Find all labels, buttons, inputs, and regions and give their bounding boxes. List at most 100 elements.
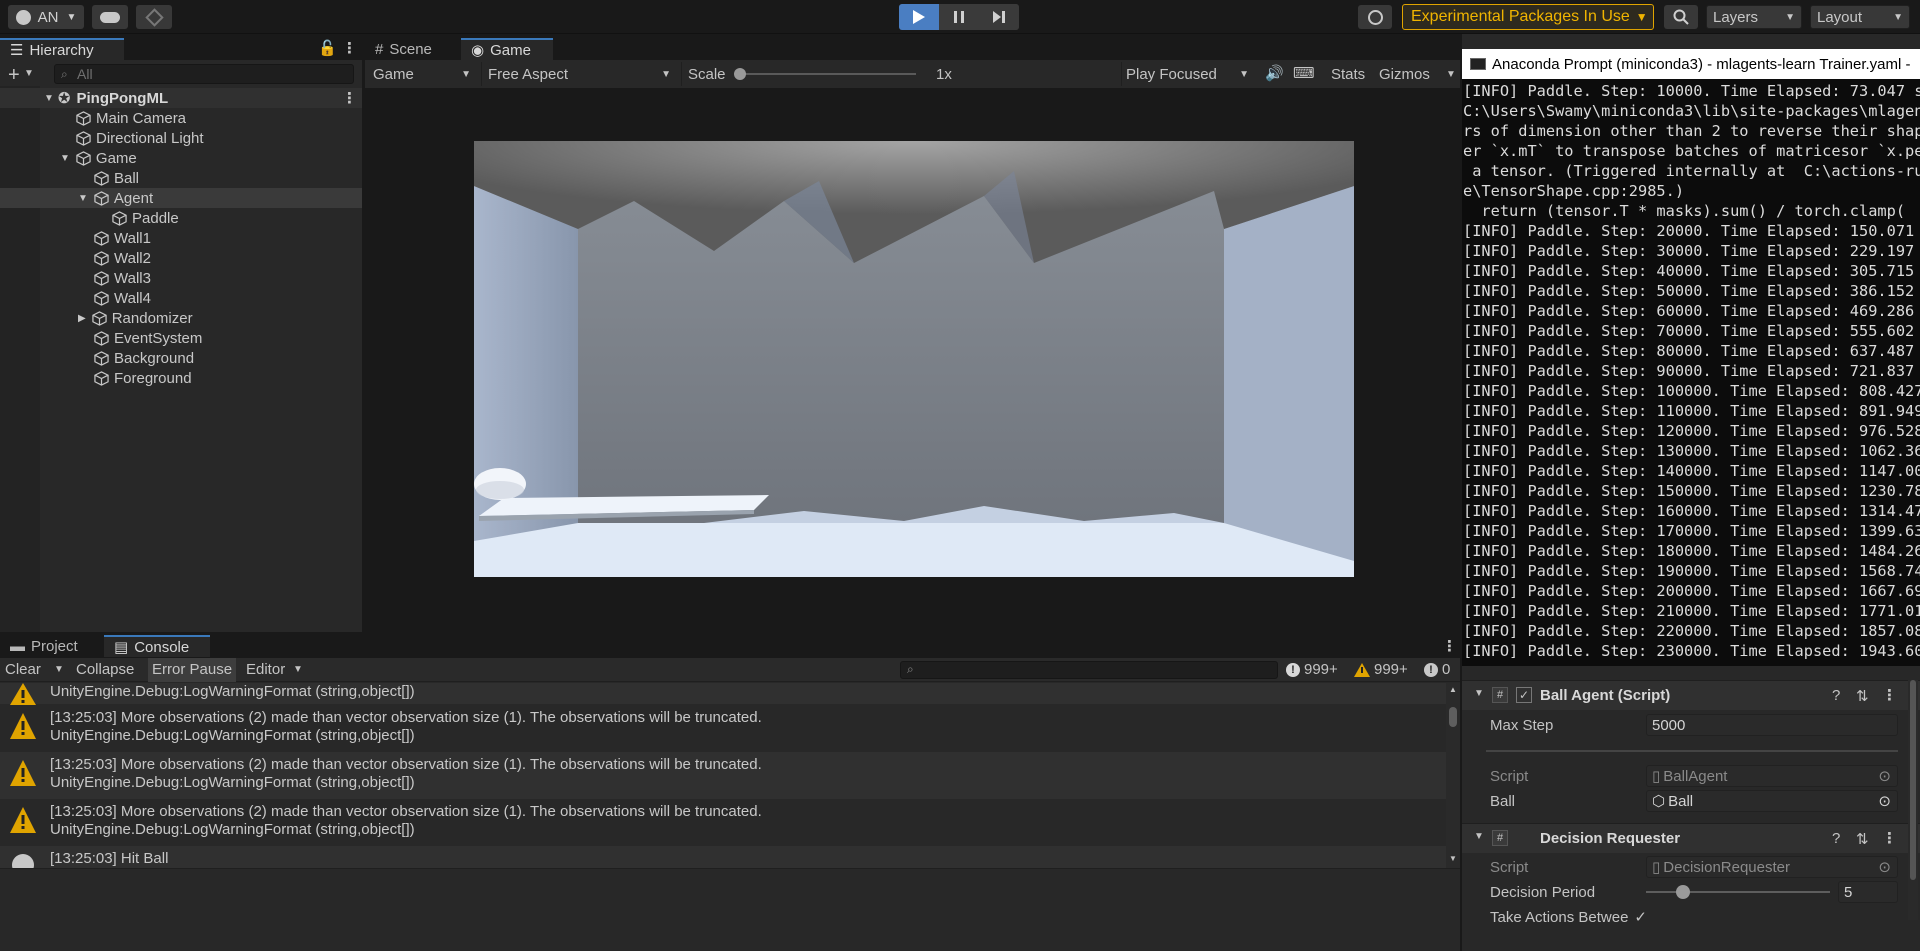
chevron-down-icon[interactable]: ▼: [1474, 688, 1484, 699]
error-pause-button[interactable]: Error Pause: [148, 658, 237, 682]
chevron-down-icon[interactable]: ▼: [1449, 854, 1457, 863]
inspector-scrollbar[interactable]: [1908, 680, 1918, 920]
cloud-button[interactable]: [92, 5, 128, 29]
chevron-down-icon: ▼: [1635, 10, 1648, 24]
log-entry[interactable]: [13:25:03] Hit Ball: [0, 846, 1446, 868]
scrollbar-thumb[interactable]: [1449, 707, 1457, 727]
chevron-right-icon[interactable]: ▶: [78, 313, 86, 324]
preset-icon[interactable]: ⇅: [1856, 830, 1869, 848]
hierarchy-item-game[interactable]: ▼ Game: [0, 148, 362, 168]
log-entry[interactable]: [13:25:03] More observations (2) made th…: [0, 705, 1446, 752]
gameobject-icon: [94, 370, 109, 386]
scale-slider-track[interactable]: [736, 73, 916, 75]
mute-audio-icon[interactable]: 🔊: [1265, 64, 1284, 82]
hierarchy-item-eventsystem[interactable]: EventSystem: [0, 328, 362, 348]
hierarchy-item-wall3[interactable]: Wall3: [0, 268, 362, 288]
error-count-toggle[interactable]: ! 999+: [1286, 661, 1338, 678]
layout-dropdown[interactable]: Layout ▼: [1810, 5, 1910, 29]
ball-label: Ball: [1490, 792, 1516, 810]
hierarchy-search-input[interactable]: ⌕ All: [54, 64, 354, 84]
hierarchy-item-wall1[interactable]: Wall1: [0, 228, 362, 248]
more-menu-icon[interactable]: ⋮: [342, 89, 357, 107]
log-entry[interactable]: UnityEngine.Debug:LogWarningFormat (stri…: [0, 683, 1446, 705]
console-scrollbar[interactable]: ▲ ▼: [1446, 683, 1460, 868]
add-icon[interactable]: +: [8, 64, 20, 87]
lock-icon[interactable]: 🔓: [318, 39, 337, 57]
hierarchy-item-directional-light[interactable]: Directional Light: [0, 128, 362, 148]
decision-period-slider-thumb[interactable]: [1675, 885, 1690, 899]
chevron-down-icon[interactable]: ▼: [60, 153, 70, 164]
decision-period-slider-track[interactable]: [1646, 891, 1830, 893]
tab-console[interactable]: ▤ Console: [104, 635, 210, 657]
scene-root-row[interactable]: ▼ ✪ PingPongML ⋮: [0, 88, 362, 108]
tab-project[interactable]: ▬ Project: [0, 635, 104, 657]
chevron-down-icon[interactable]: ▼: [1474, 831, 1484, 842]
more-menu-icon[interactable]: ⋮: [1442, 637, 1457, 655]
chevron-down-icon[interactable]: ▼: [54, 664, 64, 675]
object-picker-icon[interactable]: ⊙: [1878, 767, 1891, 785]
take-actions-checkbox[interactable]: ✓: [1634, 908, 1647, 926]
hierarchy-item-foreground[interactable]: Foreground: [0, 368, 362, 388]
ball-agent-component-header[interactable]: ▼ # ✓ Ball Agent (Script) ? ⇅ ⋮: [1462, 680, 1920, 710]
hierarchy-item-wall4[interactable]: Wall4: [0, 288, 362, 308]
decision-requester-component-header[interactable]: ▼ # Decision Requester ? ⇅ ⋮: [1462, 823, 1920, 853]
hierarchy-item-paddle[interactable]: Paddle: [0, 208, 362, 228]
help-icon[interactable]: ?: [1832, 830, 1840, 847]
pause-button[interactable]: [939, 4, 979, 30]
help-icon[interactable]: ?: [1832, 687, 1840, 704]
hierarchy-item-main-camera[interactable]: Main Camera: [0, 108, 362, 128]
chevron-down-icon[interactable]: ▼: [1446, 69, 1456, 80]
experimental-packages-button[interactable]: Experimental Packages In Use ▼: [1402, 4, 1654, 30]
search-button[interactable]: [1664, 5, 1698, 29]
object-picker-icon[interactable]: ⊙: [1878, 858, 1891, 876]
chevron-down-icon[interactable]: ▼: [44, 93, 54, 104]
collab-button[interactable]: [136, 5, 172, 29]
aspect-dropdown[interactable]: Free Aspect ▼: [481, 62, 677, 86]
hierarchy-item-label: Paddle: [132, 209, 179, 227]
preset-icon[interactable]: ⇅: [1856, 687, 1869, 705]
chevron-down-icon[interactable]: ▼: [293, 664, 303, 675]
message-count-toggle[interactable]: ! 0: [1424, 661, 1450, 678]
editor-dropdown[interactable]: Editor: [246, 661, 285, 678]
play-button[interactable]: [899, 4, 939, 30]
enabled-checkbox[interactable]: ✓: [1516, 687, 1532, 703]
gizmos-button[interactable]: Gizmos: [1379, 66, 1430, 83]
account-dropdown[interactable]: AN ▼: [8, 5, 84, 29]
hierarchy-item-randomizer[interactable]: ▶ Randomizer: [0, 308, 362, 328]
chevron-down-icon[interactable]: ▼: [78, 193, 88, 204]
tab-scene[interactable]: # Scene: [365, 38, 461, 60]
scale-slider-thumb[interactable]: [734, 68, 746, 80]
decision-period-input[interactable]: 5: [1838, 881, 1898, 903]
tab-game[interactable]: ◉ Game: [461, 38, 553, 60]
play-mode-dropdown[interactable]: Play Focused ▼: [1121, 62, 1253, 86]
hierarchy-item-agent[interactable]: ▼ Agent: [0, 188, 362, 208]
log-entry[interactable]: [13:25:03] More observations (2) made th…: [0, 799, 1446, 846]
hierarchy-item-background[interactable]: Background: [0, 348, 362, 368]
more-menu-icon[interactable]: ⋮: [1882, 686, 1897, 704]
hierarchy-item-wall2[interactable]: Wall2: [0, 248, 362, 268]
terminal-titlebar[interactable]: Anaconda Prompt (miniconda3) - mlagents-…: [1462, 49, 1920, 79]
more-menu-icon[interactable]: ⋮: [1882, 829, 1897, 847]
warning-count-toggle[interactable]: 999+: [1354, 661, 1408, 678]
log-entry[interactable]: [13:25:03] More observations (2) made th…: [0, 752, 1446, 799]
keyboard-icon[interactable]: ⌨: [1293, 64, 1315, 82]
display-dropdown[interactable]: Game ▼: [367, 62, 477, 86]
step-button[interactable]: [979, 4, 1019, 30]
max-step-input[interactable]: 5000: [1646, 714, 1898, 736]
ball-object-field[interactable]: ⬡ Ball ⊙: [1646, 790, 1898, 812]
history-button[interactable]: [1358, 5, 1392, 29]
chevron-down-icon[interactable]: ▼: [24, 68, 34, 79]
console-search-input[interactable]: ⌕: [900, 661, 1278, 679]
stats-button[interactable]: Stats: [1331, 66, 1365, 83]
clear-button[interactable]: Clear: [5, 661, 41, 678]
collapse-button[interactable]: Collapse: [76, 661, 134, 678]
more-menu-icon[interactable]: ⋮: [342, 39, 357, 57]
layers-dropdown[interactable]: Layers ▼: [1706, 5, 1802, 29]
scrollbar-thumb[interactable]: [1910, 680, 1916, 880]
tab-hierarchy[interactable]: ☰ Hierarchy: [0, 38, 124, 60]
game-viewport[interactable]: [474, 141, 1354, 577]
anaconda-terminal-window[interactable]: Anaconda Prompt (miniconda3) - mlagents-…: [1462, 49, 1920, 666]
chevron-up-icon[interactable]: ▲: [1449, 685, 1457, 694]
hierarchy-item-ball[interactable]: Ball: [0, 168, 362, 188]
object-picker-icon[interactable]: ⊙: [1878, 792, 1891, 810]
